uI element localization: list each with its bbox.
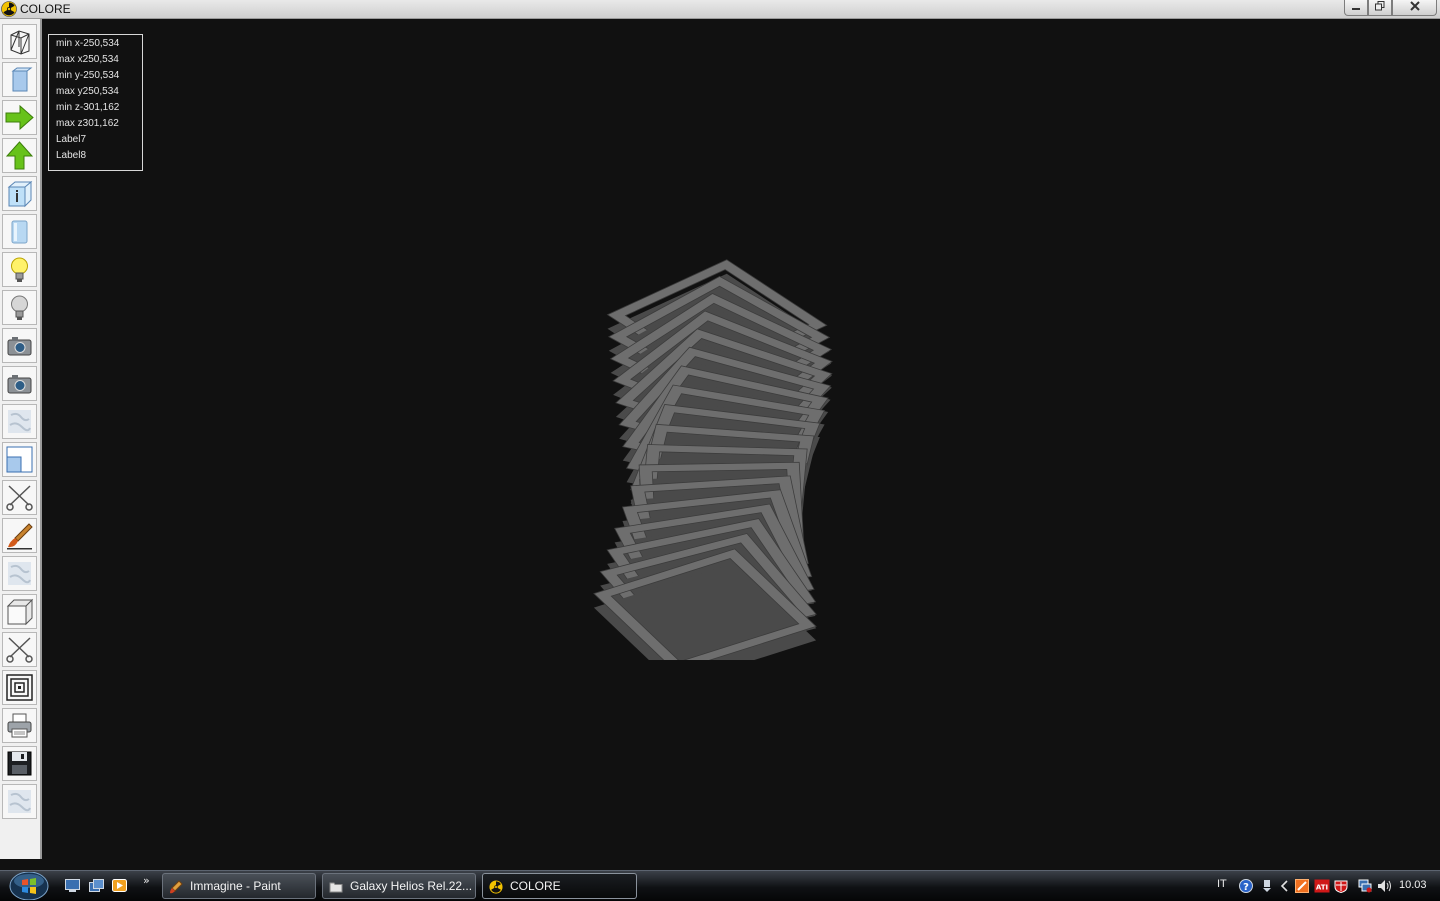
min-y-label: min y-250,534 bbox=[56, 70, 120, 81]
camera-2-tool-button[interactable] bbox=[2, 366, 37, 401]
title-bar[interactable]: COLORE bbox=[0, 0, 1440, 19]
lightbulb-off-icon bbox=[11, 295, 28, 320]
cut-tool-button[interactable] bbox=[2, 480, 37, 515]
label8: Label8 bbox=[56, 150, 87, 161]
paint-tool-button[interactable] bbox=[2, 518, 37, 553]
viewport-icon bbox=[6, 446, 33, 473]
restore-icon bbox=[1375, 1, 1385, 11]
close-icon bbox=[1409, 1, 1420, 11]
taskbar-item-label: COLORE bbox=[510, 879, 561, 893]
cut-2-tool-button[interactable] bbox=[2, 632, 37, 667]
ati-icon[interactable]: ATI bbox=[1314, 879, 1330, 893]
light-on-tool-button[interactable] bbox=[2, 252, 37, 287]
texture-third-icon bbox=[8, 790, 31, 813]
label7: Label7 bbox=[56, 134, 87, 145]
twisted-frame-tower-model bbox=[593, 259, 833, 660]
texture-tool-button[interactable] bbox=[2, 404, 37, 439]
info-box-tool-button[interactable] bbox=[2, 176, 37, 211]
taskbar-item-label: Galaxy Helios Rel.22... bbox=[350, 879, 473, 893]
glass-box-tool-button[interactable] bbox=[2, 214, 37, 249]
restore-button[interactable] bbox=[1368, 0, 1392, 16]
paint-icon bbox=[170, 880, 183, 894]
paintbrush-icon bbox=[7, 523, 33, 550]
wireframe-tool-button[interactable] bbox=[2, 24, 37, 59]
texture-2-tool-button[interactable] bbox=[2, 556, 37, 591]
min-z-label: min z-301,162 bbox=[56, 102, 120, 113]
security-shield-icon[interactable] bbox=[1334, 879, 1348, 893]
colore-icon bbox=[489, 880, 503, 894]
media-player-icon[interactable] bbox=[112, 879, 127, 892]
language-indicator[interactable]: IT bbox=[1217, 878, 1227, 890]
cube-tool-button[interactable] bbox=[2, 594, 37, 629]
switch-windows-icon[interactable] bbox=[89, 879, 104, 892]
network-icon[interactable] bbox=[1358, 879, 1372, 893]
max-z-label: max z301,162 bbox=[56, 118, 119, 129]
arrow-up-tool-button[interactable] bbox=[2, 138, 37, 173]
clock[interactable]: 10.03 bbox=[1399, 879, 1427, 891]
taskbar-item-paint[interactable]: Immagine - Paint bbox=[162, 873, 316, 899]
show-desktop-icon[interactable] bbox=[65, 879, 80, 892]
glass-box-icon bbox=[11, 220, 28, 244]
show-hidden-icons-arrow-icon[interactable] bbox=[1279, 879, 1289, 893]
help-icon[interactable]: ? bbox=[1239, 879, 1253, 893]
taskbar: » Immagine - Paint Galaxy Helios Rel.22.… bbox=[0, 870, 1440, 901]
printer-icon bbox=[7, 713, 32, 738]
svg-text:?: ? bbox=[1243, 882, 1249, 893]
scissors-alt-icon bbox=[6, 637, 33, 663]
square-spiral-icon bbox=[6, 674, 33, 701]
viewport-tool-button[interactable] bbox=[2, 442, 37, 477]
taskbar-item-label: Immagine - Paint bbox=[190, 879, 281, 893]
folder-icon bbox=[329, 882, 343, 893]
arrow-right-icon bbox=[5, 104, 34, 131]
left-toolbar bbox=[0, 19, 42, 859]
cube-icon bbox=[6, 598, 34, 626]
texture-3-tool-button[interactable] bbox=[2, 784, 37, 819]
scissors-icon bbox=[6, 485, 33, 511]
start-button[interactable] bbox=[9, 872, 49, 900]
system-tray: IT ? ATI 10.03 bbox=[1205, 871, 1440, 901]
texture-icon bbox=[8, 410, 31, 433]
taskbar-item-galaxy-helios[interactable]: Galaxy Helios Rel.22... bbox=[322, 873, 476, 899]
minimize-icon bbox=[1352, 8, 1360, 10]
max-y-label: max y250,534 bbox=[56, 86, 119, 97]
radiation-icon bbox=[1, 1, 17, 17]
quick-launch-more-button[interactable]: » bbox=[143, 874, 150, 887]
wireframe-icon bbox=[10, 30, 30, 55]
lightbulb-on-icon bbox=[11, 257, 28, 282]
arrow-right-tool-button[interactable] bbox=[2, 100, 37, 135]
info-box-icon bbox=[7, 180, 33, 208]
solid-box-icon bbox=[11, 67, 33, 92]
solid-box-tool-button[interactable] bbox=[2, 62, 37, 97]
close-button[interactable] bbox=[1392, 0, 1437, 16]
spiral-tool-button[interactable] bbox=[2, 670, 37, 705]
camera-icon bbox=[7, 337, 32, 356]
minimize-button[interactable] bbox=[1344, 0, 1368, 16]
taskbar-item-colore[interactable]: COLORE bbox=[482, 873, 637, 899]
texture-alt-icon bbox=[8, 562, 31, 585]
volume-icon[interactable] bbox=[1377, 879, 1392, 893]
bounds-info-panel: min x-250,534 max x250,534 min y-250,534… bbox=[48, 34, 143, 171]
print-tool-button[interactable] bbox=[2, 708, 37, 743]
max-x-label: max x250,534 bbox=[56, 54, 119, 65]
camera-alt-icon bbox=[7, 375, 32, 394]
app-tray-icon-1[interactable] bbox=[1295, 879, 1309, 893]
save-tool-button[interactable] bbox=[2, 746, 37, 781]
window-title: COLORE bbox=[20, 2, 71, 16]
camera-tool-button[interactable] bbox=[2, 328, 37, 363]
arrow-up-icon bbox=[5, 141, 34, 170]
svg-text:ATI: ATI bbox=[1316, 884, 1328, 892]
floppy-disk-icon bbox=[7, 751, 32, 776]
light-off-tool-button[interactable] bbox=[2, 290, 37, 325]
min-x-label: min x-250,534 bbox=[56, 38, 120, 49]
usb-device-icon[interactable] bbox=[1261, 879, 1273, 893]
